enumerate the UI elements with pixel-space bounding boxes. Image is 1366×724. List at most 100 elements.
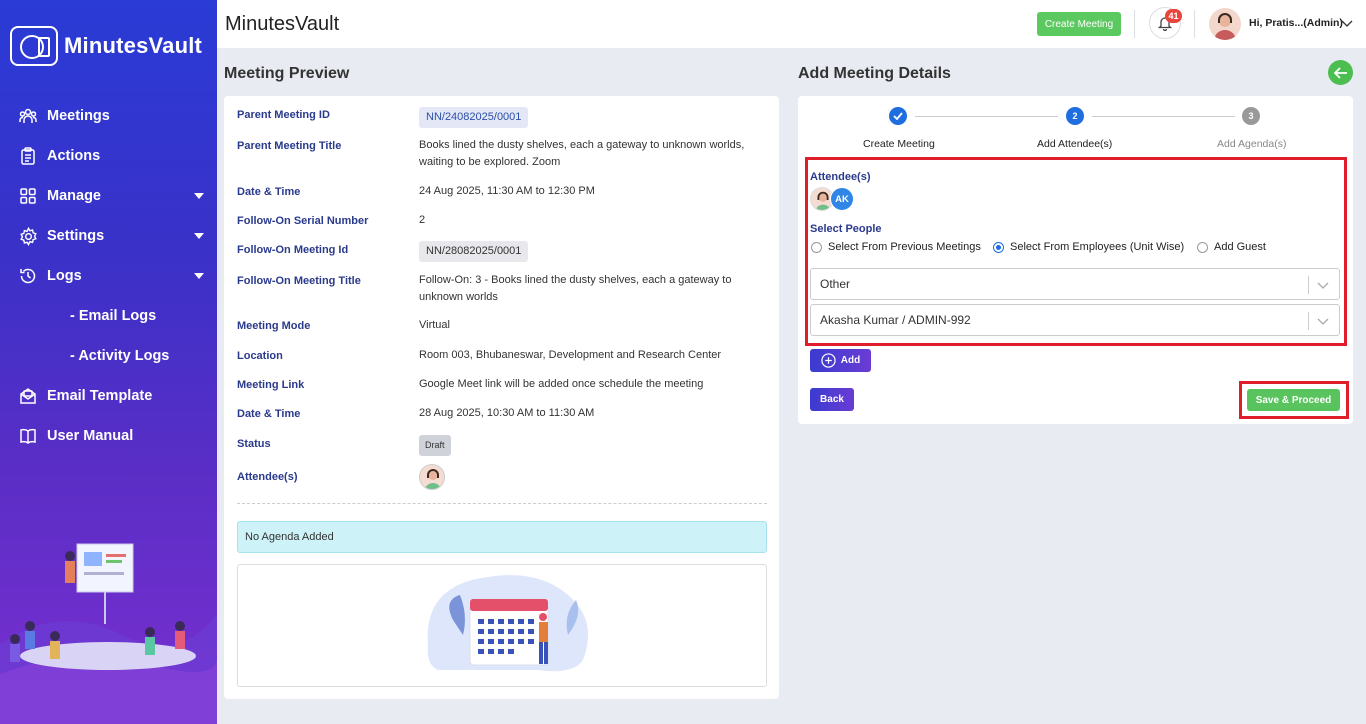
field-label: Location	[237, 350, 283, 362]
field-value: NN/24082025/0001	[419, 107, 529, 128]
sidebar-item-label: Logs	[47, 268, 82, 284]
field-label: Meeting Mode	[237, 320, 311, 332]
avatar-image	[424, 469, 442, 489]
plus-circle-icon	[821, 353, 836, 368]
sidebar-nav: Meetings Actions Manage Settings Logs - …	[0, 96, 217, 456]
step-1-done[interactable]	[889, 107, 907, 125]
chevron-down-icon	[1317, 282, 1329, 289]
radio-circle-selected[interactable]	[993, 241, 1004, 253]
parent-meeting-id-chip[interactable]: NN/24082025/0001	[419, 107, 529, 128]
sidebar-item-logs[interactable]: Logs	[0, 256, 217, 296]
sidebar-item-label: User Manual	[47, 428, 134, 444]
divider	[1194, 10, 1195, 38]
sidebar-item-email-template[interactable]: Email Template	[0, 376, 217, 416]
step-label: Add Attendee(s)	[1037, 138, 1113, 150]
sidebar-item-label: Email Template	[47, 388, 153, 404]
add-button-label: Add	[840, 355, 861, 366]
field-value: Google Meet link will be added once sche…	[419, 378, 704, 390]
sidebar-item-settings[interactable]: Settings	[0, 216, 217, 256]
step-label: Add Agenda(s)	[1217, 138, 1287, 150]
attendees-title: Attendee(s)	[810, 171, 871, 183]
sidebar-item-label: Manage	[47, 188, 101, 204]
divider	[1134, 10, 1135, 38]
field-label: Status	[237, 438, 271, 450]
check-icon	[893, 112, 903, 120]
calendar-illustration	[427, 575, 588, 672]
sidebar-item-actions[interactable]: Actions	[0, 136, 217, 176]
avatar-image	[1214, 13, 1236, 40]
field-label: Date & Time	[237, 408, 301, 420]
top-bar: MinutesVault Create Meeting 41 Hi, Prati…	[217, 0, 1366, 48]
attendee-avatar[interactable]	[419, 464, 445, 490]
select-divider	[1308, 276, 1309, 294]
user-avatar[interactable]	[1209, 8, 1241, 40]
notification-badge: 41	[1165, 9, 1182, 23]
divider	[237, 503, 767, 504]
add-attendee-button[interactable]: Add	[810, 349, 871, 372]
app-logo[interactable]: MinutesVault	[10, 26, 202, 66]
employee-select[interactable]: Akasha Kumar / ADMIN-992	[810, 304, 1340, 336]
stepper-line	[915, 116, 1058, 117]
sidebar-item-label: Meetings	[47, 108, 110, 124]
field-value: Virtual	[419, 319, 450, 331]
create-meeting-button[interactable]: Create Meeting	[1037, 12, 1121, 36]
chevron-down-icon[interactable]	[1341, 18, 1353, 28]
field-label: Attendee(s)	[237, 471, 298, 483]
save-and-proceed-button[interactable]: Save & Proceed	[1247, 389, 1340, 411]
parent-title-line: waiting to be explored. Zoom	[419, 156, 561, 168]
radio-label: Select From Employees (Unit Wise)	[1010, 241, 1185, 253]
back-button[interactable]: Back	[810, 388, 854, 411]
sidebar-item-label: Settings	[47, 228, 105, 244]
radio-previous-meetings[interactable]: Select From Previous Meetings	[811, 241, 981, 253]
arrow-left-icon	[1333, 66, 1347, 79]
field-label: Meeting Link	[237, 379, 305, 391]
users-icon	[18, 106, 38, 126]
logo-text: MinutesVault	[64, 33, 203, 58]
meeting-preview-title: Meeting Preview	[224, 65, 350, 82]
grid-icon	[18, 186, 38, 206]
history-icon	[18, 266, 38, 286]
meeting-illustration	[0, 543, 217, 724]
follow-on-meeting-id-chip: NN/28082025/0001	[419, 241, 529, 262]
sidebar-item-label: - Activity Logs	[70, 348, 170, 364]
attendee-initials-avatar[interactable]: AK	[830, 187, 854, 211]
field-value: 28 Aug 2025, 10:30 AM to 11:30 AM	[419, 407, 595, 419]
clipboard-icon	[18, 146, 38, 166]
field-value: 2	[419, 214, 426, 226]
field-value: Draft	[419, 435, 451, 456]
field-label: Follow-On Meeting Title	[237, 275, 361, 287]
chevron-down-icon	[1317, 318, 1329, 325]
go-back-button[interactable]	[1328, 60, 1353, 85]
step-2-active[interactable]: 2	[1066, 107, 1084, 125]
add-meeting-details-title: Add Meeting Details	[798, 65, 951, 82]
follow-title-line: unknown worlds	[419, 291, 498, 303]
select-people-title: Select People	[810, 223, 882, 235]
field-label: Follow-On Serial Number	[237, 215, 369, 227]
field-label: Date & Time	[237, 186, 301, 198]
field-value: 24 Aug 2025, 11:30 AM to 12:30 PM	[419, 185, 595, 197]
field-label: Parent Meeting ID	[237, 109, 330, 121]
radio-circle[interactable]	[1197, 241, 1208, 253]
book-icon	[18, 426, 38, 446]
vault-icon	[10, 26, 58, 66]
sidebar-item-manage[interactable]: Manage	[0, 176, 217, 216]
unit-select[interactable]: Other	[810, 268, 1340, 300]
sidebar: MinutesVault Meetings Actions Manage Set…	[0, 0, 217, 724]
radio-circle[interactable]	[811, 241, 822, 253]
sidebar-item-user-manual[interactable]: User Manual	[0, 416, 217, 456]
caret-down-icon	[194, 273, 204, 279]
step-3-pending[interactable]: 3	[1242, 107, 1260, 125]
radio-employees-unit-wise[interactable]: Select From Employees (Unit Wise)	[993, 241, 1184, 253]
radio-add-guest[interactable]: Add Guest	[1197, 241, 1266, 253]
stepper-line	[1092, 116, 1235, 117]
caret-down-icon	[194, 193, 204, 199]
sidebar-item-email-logs[interactable]: - Email Logs	[0, 296, 217, 336]
status-badge: Draft	[419, 435, 451, 456]
unit-select-value: Other	[820, 277, 851, 291]
add-meeting-card: 2 3 Create Meeting Add Attendee(s) Add A…	[798, 96, 1353, 424]
sidebar-item-activity-logs[interactable]: - Activity Logs	[0, 336, 217, 376]
mail-icon	[18, 386, 38, 406]
user-name[interactable]: Hi, Pratis...(Admin)	[1249, 17, 1343, 29]
sidebar-item-label: - Email Logs	[70, 308, 157, 324]
sidebar-item-meetings[interactable]: Meetings	[0, 96, 217, 136]
